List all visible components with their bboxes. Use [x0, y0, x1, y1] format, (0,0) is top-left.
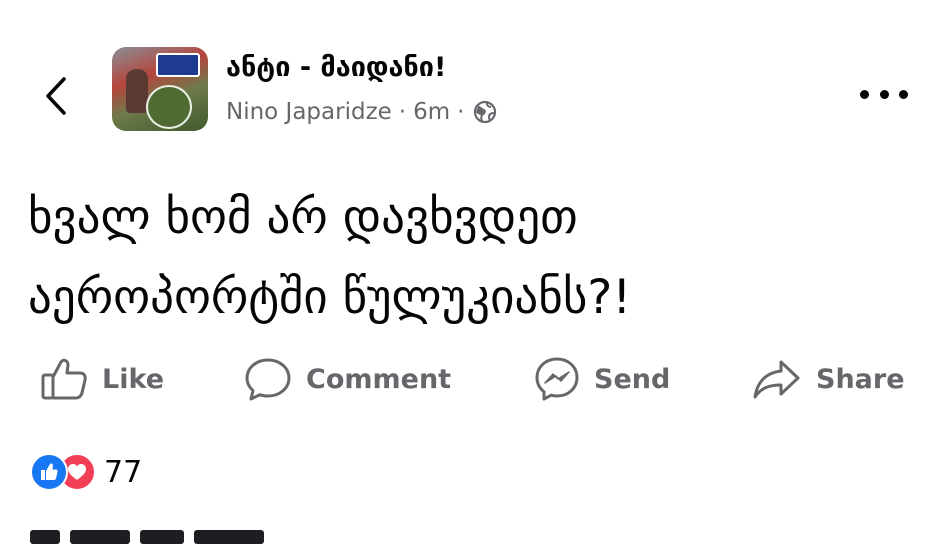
like-icon	[41, 358, 87, 400]
send-label: Send	[594, 363, 671, 395]
send-button[interactable]: Send	[534, 352, 670, 406]
reaction-count: 77	[104, 454, 143, 490]
more-icon-dot	[899, 89, 908, 99]
meta-separator: ·	[457, 99, 465, 125]
more-icon-dot	[879, 89, 889, 99]
avatar-figure-shape	[126, 69, 148, 113]
messenger-icon	[535, 357, 579, 401]
avatar-sign-shape	[156, 53, 200, 77]
reaction-summary[interactable]: 77	[30, 452, 142, 492]
cut-off-glyph	[194, 530, 264, 544]
share-icon	[753, 360, 800, 399]
like-label: Like	[102, 363, 165, 395]
share-button[interactable]: Share	[752, 352, 905, 406]
comment-icon	[245, 358, 291, 401]
back-button[interactable]	[38, 74, 74, 118]
post-text-line: აეროპორტში წულუკიანს?!	[28, 270, 632, 325]
post-time[interactable]: 6m	[413, 99, 450, 125]
share-label: Share	[816, 363, 905, 395]
back-arrow-icon	[46, 77, 66, 115]
page-name[interactable]: ანტი - მაიდანი!	[226, 52, 446, 83]
post-body: ხვალ ხომ არ დავხვდეთ აეროპორტში წულუკიან…	[28, 178, 918, 338]
globe-icon	[473, 100, 497, 124]
page-avatar[interactable]	[112, 47, 208, 131]
avatar-inset-photo	[146, 85, 192, 129]
like-button[interactable]: Like	[40, 352, 164, 406]
meta-separator: ·	[398, 99, 407, 125]
comment-label: Comment	[306, 363, 452, 395]
like-reaction-icon	[30, 453, 68, 491]
more-options-button[interactable]	[860, 82, 908, 106]
cut-off-glyph	[140, 530, 184, 544]
comment-button[interactable]: Comment	[244, 352, 451, 406]
action-bar: Like Comment Send Share	[0, 352, 942, 406]
cut-off-text-row	[30, 530, 290, 544]
cut-off-glyph	[70, 530, 130, 544]
post-meta: Nino Japaridze · 6m ·	[226, 99, 497, 125]
more-icon	[860, 89, 869, 99]
post-text-line: ხვალ ხომ არ დავხვდეთ	[28, 190, 578, 245]
author-name[interactable]: Nino Japaridze	[226, 99, 392, 125]
cut-off-glyph	[30, 530, 60, 544]
